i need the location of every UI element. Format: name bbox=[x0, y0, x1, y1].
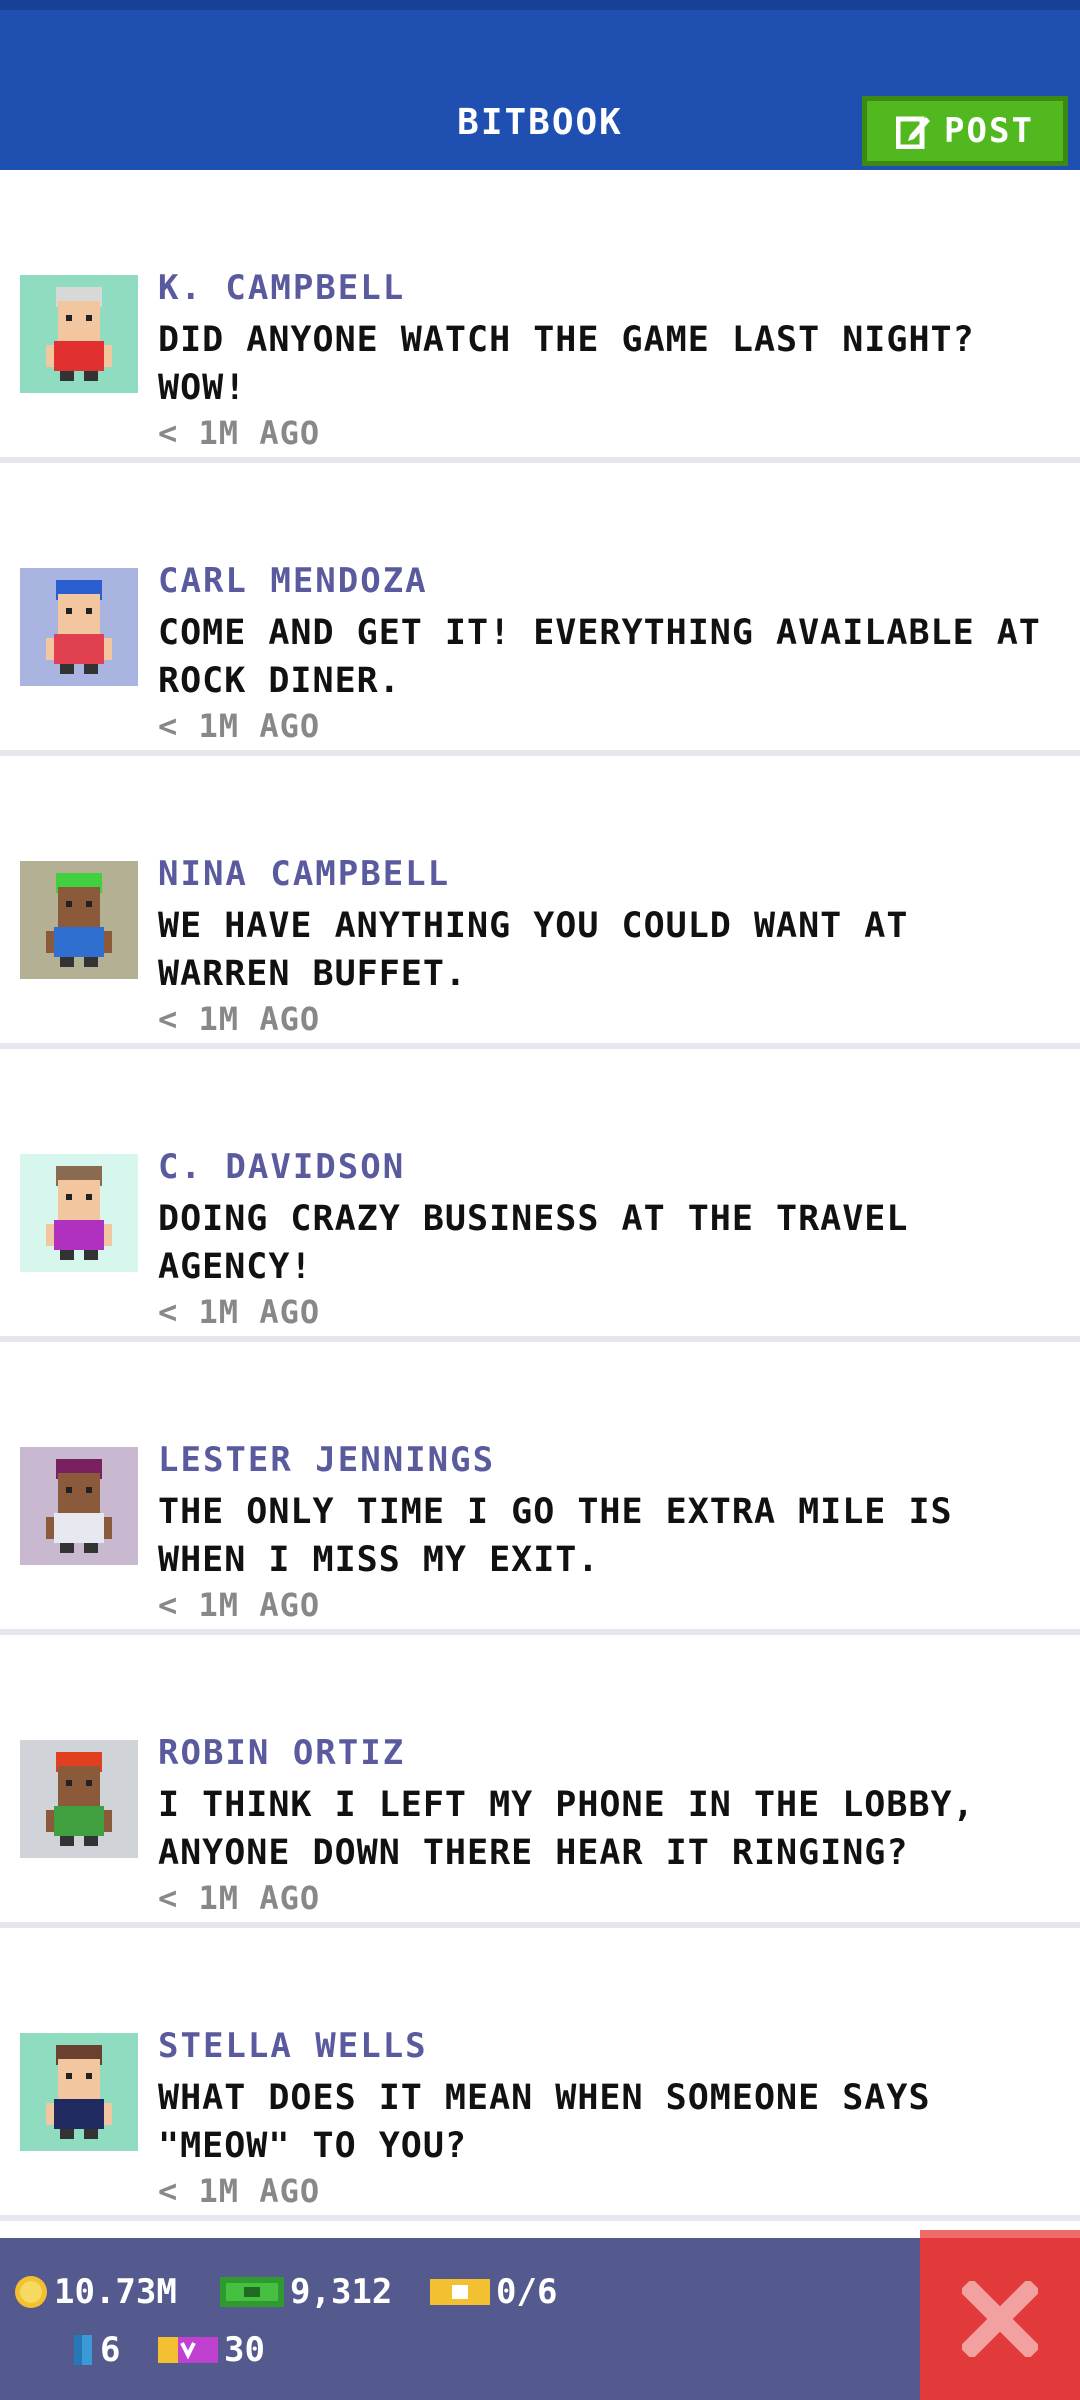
post-message: DOING CRAZY BUSINESS AT THE TRAVEL AGENC… bbox=[158, 1199, 909, 1287]
feed-post: K. CAMPBELL DID ANYONE WATCH THE GAME LAS… bbox=[0, 170, 1080, 528]
post-message: WE HAVE ANYTHING YOU COULD WANT AT WARRE… bbox=[158, 906, 909, 994]
avatar bbox=[20, 861, 138, 979]
coins-value: 10.73M bbox=[54, 2272, 177, 2312]
avatar-image bbox=[20, 1154, 138, 1272]
avatar bbox=[20, 2033, 138, 2151]
post-author[interactable]: NINA CAMPBELL bbox=[158, 854, 450, 894]
post-author[interactable]: ROBIN ORTIZ bbox=[158, 1733, 405, 1773]
post-time: < 1M AGO bbox=[158, 1879, 321, 1917]
post-time: < 1M AGO bbox=[158, 414, 321, 452]
feed-post: NINA CAMPBELL WE HAVE ANYTHING YOU COULD … bbox=[0, 756, 1080, 1114]
post-message: THE ONLY TIME I GO THE EXTRA MILE IS WHE… bbox=[158, 1492, 953, 1580]
vip-value: 30 bbox=[224, 2330, 265, 2370]
gems-value: 6 bbox=[100, 2330, 121, 2370]
status-bar: 10.73M 9,312 0/6 6 30 bbox=[0, 2238, 1080, 2400]
tickets-stat: 0/6 bbox=[430, 2272, 557, 2312]
post-author[interactable]: K. CAMPBELL bbox=[158, 268, 405, 308]
post-author[interactable]: CARL MENDOZA bbox=[158, 561, 428, 601]
post-button[interactable]: POST bbox=[862, 96, 1068, 166]
avatar-image bbox=[20, 861, 138, 979]
post-time: < 1M AGO bbox=[158, 707, 321, 745]
post-message: I THINK I LEFT MY PHONE IN THE LOBBY, AN… bbox=[158, 1785, 975, 1873]
post-button-label: POST bbox=[944, 111, 1034, 151]
feed-post: STELLA WELLS WHAT DOES IT MEAN WHEN SOMEO… bbox=[0, 1928, 1080, 2221]
post-author[interactable]: C. DAVIDSON bbox=[158, 1147, 405, 1187]
avatar-image bbox=[20, 568, 138, 686]
header-bar: BITBOOK POST bbox=[0, 0, 1080, 170]
vip-ticket-icon bbox=[158, 2337, 218, 2363]
post-time: < 1M AGO bbox=[158, 2172, 321, 2210]
coins-stat: 10.73M bbox=[14, 2272, 177, 2312]
avatar bbox=[20, 275, 138, 393]
avatar bbox=[20, 1740, 138, 1858]
post-message: COME AND GET IT! EVERYTHING AVAILABLE AT… bbox=[158, 613, 1041, 701]
feed-post: ROBIN ORTIZ I THINK I LEFT MY PHONE IN TH… bbox=[0, 1635, 1080, 1993]
post-message: WHAT DOES IT MEAN WHEN SOMEONE SAYS "MEO… bbox=[158, 2078, 931, 2166]
avatar-image bbox=[20, 1447, 138, 1565]
avatar-image bbox=[20, 2033, 138, 2151]
post-author[interactable]: STELLA WELLS bbox=[158, 2026, 428, 2066]
avatar bbox=[20, 1447, 138, 1565]
avatar bbox=[20, 1154, 138, 1272]
bux-value: 9,312 bbox=[290, 2272, 393, 2312]
post-time: < 1M AGO bbox=[158, 1000, 321, 1038]
ticket-icon bbox=[430, 2279, 490, 2305]
coin-icon bbox=[15, 2276, 47, 2308]
gem-icon bbox=[74, 2335, 92, 2365]
post-author[interactable]: LESTER JENNINGS bbox=[158, 1440, 495, 1480]
tickets-value: 0/6 bbox=[496, 2272, 558, 2312]
avatar-image bbox=[20, 1740, 138, 1858]
feed-post: C. DAVIDSON DOING CRAZY BUSINESS AT THE T… bbox=[0, 1049, 1080, 1407]
gems-stat: 6 bbox=[72, 2330, 120, 2370]
bux-stat: 9,312 bbox=[220, 2272, 392, 2312]
feed-post: CARL MENDOZA COME AND GET IT! EVERYTHING … bbox=[0, 463, 1080, 821]
post-message: DID ANYONE WATCH THE GAME LAST NIGHT? WO… bbox=[158, 320, 975, 408]
avatar-image bbox=[20, 275, 138, 393]
bux-icon bbox=[220, 2277, 284, 2307]
close-icon bbox=[962, 2281, 1038, 2357]
feed-post: LESTER JENNINGS THE ONLY TIME I GO THE EX… bbox=[0, 1342, 1080, 1700]
compose-icon bbox=[896, 116, 931, 149]
avatar bbox=[20, 568, 138, 686]
post-time: < 1M AGO bbox=[158, 1586, 321, 1624]
post-time: < 1M AGO bbox=[158, 1293, 321, 1331]
close-button[interactable] bbox=[920, 2230, 1080, 2400]
vip-stat: 30 bbox=[158, 2330, 265, 2370]
